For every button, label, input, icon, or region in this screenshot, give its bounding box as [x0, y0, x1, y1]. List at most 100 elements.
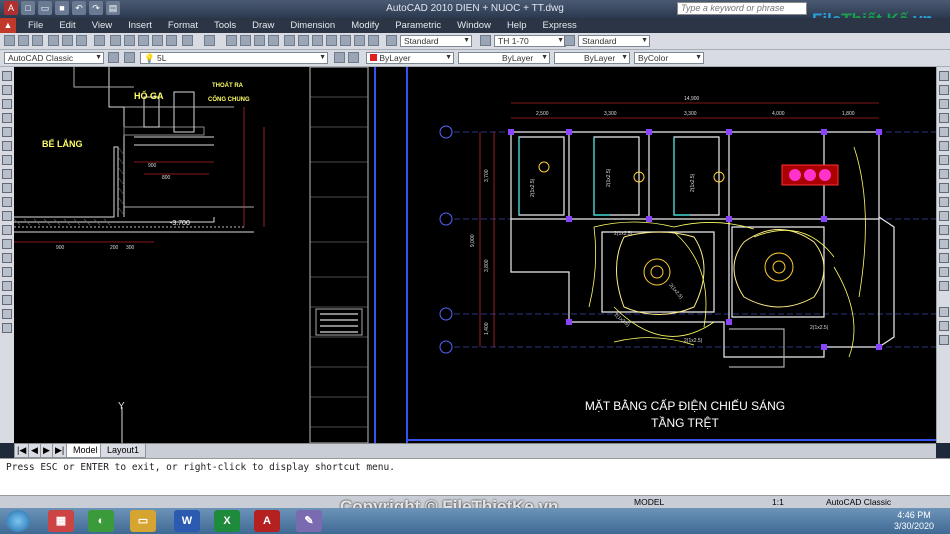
match-properties-icon[interactable]: [152, 35, 163, 46]
taskbar-word-icon[interactable]: W: [174, 510, 200, 532]
table-style-icon[interactable]: [564, 35, 575, 46]
menu-format[interactable]: Format: [160, 18, 206, 33]
text-style-icon[interactable]: [386, 35, 397, 46]
tab-nav-next-icon[interactable]: ▶: [40, 444, 53, 458]
menu-parametric[interactable]: Parametric: [387, 18, 449, 33]
workspace-select[interactable]: AutoCAD Classic ▼: [4, 52, 104, 64]
taskbar-excel-icon[interactable]: X: [214, 510, 240, 532]
region-tool-icon[interactable]: [2, 295, 12, 305]
break-tool-icon[interactable]: [939, 225, 949, 235]
tab-nav-prev-icon[interactable]: ◀: [28, 444, 41, 458]
spline-tool-icon[interactable]: [2, 183, 12, 193]
preview-icon[interactable]: [62, 35, 73, 46]
lineweight-select[interactable]: ByLayer ▼: [554, 52, 630, 64]
mtext-tool-icon[interactable]: [2, 323, 12, 333]
taskbar-paint-icon[interactable]: ✎: [296, 510, 322, 532]
rotate-tool-icon[interactable]: [939, 155, 949, 165]
annotation-scale[interactable]: 1:1: [772, 497, 784, 507]
properties-icon[interactable]: [284, 35, 295, 46]
cut-icon[interactable]: [110, 35, 121, 46]
design-center-icon[interactable]: [298, 35, 309, 46]
bring-front-icon[interactable]: [939, 321, 949, 331]
publish-icon[interactable]: [76, 35, 87, 46]
linetype-select[interactable]: ByLayer ▼: [458, 52, 550, 64]
command-line[interactable]: Press ESC or ENTER to exit, or right-cli…: [0, 458, 950, 496]
tab-nav-last-icon[interactable]: ▶|: [52, 444, 68, 458]
table-tool-icon[interactable]: [2, 309, 12, 319]
chamfer-tool-icon[interactable]: [939, 253, 949, 263]
line-tool-icon[interactable]: [2, 71, 12, 81]
zoom-window-icon[interactable]: [254, 35, 265, 46]
workspace-switch[interactable]: AutoCAD Classic: [826, 497, 891, 507]
layer-select[interactable]: 💡 5L ▼: [140, 52, 328, 64]
redo-tb-icon[interactable]: [204, 35, 215, 46]
menu-window[interactable]: Window: [449, 18, 499, 33]
help-search-input[interactable]: Type a keyword or phrase: [677, 2, 807, 15]
taskbar-app-icon[interactable]: ▦: [48, 510, 74, 532]
menu-insert[interactable]: Insert: [120, 18, 160, 33]
menu-file[interactable]: File: [20, 18, 51, 33]
arc-tool-icon[interactable]: [2, 141, 12, 151]
make-current-layer-icon[interactable]: [334, 52, 345, 63]
start-button-icon[interactable]: [6, 510, 30, 532]
zoom-previous-icon[interactable]: [268, 35, 279, 46]
menu-help[interactable]: Help: [499, 18, 535, 33]
scale-tool-icon[interactable]: [939, 169, 949, 179]
erase-tool-icon[interactable]: [939, 71, 949, 81]
move-tool-icon[interactable]: [939, 141, 949, 151]
plot-tb-icon[interactable]: [48, 35, 59, 46]
autocad-icon[interactable]: ▲: [0, 18, 16, 33]
model-space-toggle[interactable]: MODEL: [634, 497, 664, 507]
quickcalc-icon[interactable]: [354, 35, 365, 46]
hatch-tool-icon[interactable]: [2, 267, 12, 277]
offset-tool-icon[interactable]: [939, 113, 949, 123]
drawing-canvas[interactable]: HỐ GA THOÁT RA CỐNG CHUNG BỂ LẮNG 900 80…: [14, 67, 936, 443]
workspace-settings-icon[interactable]: [108, 52, 119, 63]
construction-line-icon[interactable]: [2, 85, 12, 95]
circle-tool-icon[interactable]: [2, 155, 12, 165]
3d-dwf-icon[interactable]: [94, 35, 105, 46]
save-tb-icon[interactable]: [32, 35, 43, 46]
ellipse-tool-icon[interactable]: [2, 197, 12, 207]
system-clock[interactable]: 4:46 PM 3/30/2020: [894, 510, 934, 532]
layer-previous-icon[interactable]: [348, 52, 359, 63]
qnew-icon[interactable]: [4, 35, 15, 46]
menu-dimension[interactable]: Dimension: [282, 18, 343, 33]
trim-tool-icon[interactable]: [939, 197, 949, 207]
rectangle-tool-icon[interactable]: [2, 127, 12, 137]
explode-tool-icon[interactable]: [939, 281, 949, 291]
menu-draw[interactable]: Draw: [244, 18, 282, 33]
array-tool-icon[interactable]: [939, 127, 949, 137]
menu-modify[interactable]: Modify: [343, 18, 387, 33]
open-icon[interactable]: [18, 35, 29, 46]
ellipse-arc-tool-icon[interactable]: [2, 211, 12, 221]
tool-palettes-icon[interactable]: [312, 35, 323, 46]
pan-icon[interactable]: [226, 35, 237, 46]
menu-express[interactable]: Express: [534, 18, 584, 33]
undo-tb-icon[interactable]: [182, 35, 193, 46]
dim-style-select[interactable]: TH 1-70 ▼: [494, 35, 566, 47]
help-icon[interactable]: [368, 35, 379, 46]
insert-block-icon[interactable]: [2, 225, 12, 235]
taskbar-explorer-icon[interactable]: ▭: [130, 510, 156, 532]
taskbar-app-icon[interactable]: ◐: [88, 510, 114, 532]
tab-model[interactable]: Model: [66, 444, 105, 458]
plotstyle-select[interactable]: ByColor ▼: [634, 52, 704, 64]
sheet-set-icon[interactable]: [326, 35, 337, 46]
extend-tool-icon[interactable]: [939, 211, 949, 221]
copy-icon[interactable]: [124, 35, 135, 46]
join-tool-icon[interactable]: [939, 239, 949, 249]
copy-tool-icon[interactable]: [939, 85, 949, 95]
tab-nav-first-icon[interactable]: |◀: [14, 444, 30, 458]
tab-layout1[interactable]: Layout1: [100, 444, 147, 458]
make-block-icon[interactable]: [2, 239, 12, 249]
polygon-tool-icon[interactable]: [2, 113, 12, 123]
point-tool-icon[interactable]: [2, 253, 12, 263]
revcloud-tool-icon[interactable]: [2, 169, 12, 179]
stretch-tool-icon[interactable]: [939, 183, 949, 193]
text-style-select[interactable]: Standard ▼: [400, 35, 472, 47]
paste-icon[interactable]: [138, 35, 149, 46]
menu-edit[interactable]: Edit: [51, 18, 83, 33]
draw-order-icon[interactable]: [939, 307, 949, 317]
markup-icon[interactable]: [340, 35, 351, 46]
